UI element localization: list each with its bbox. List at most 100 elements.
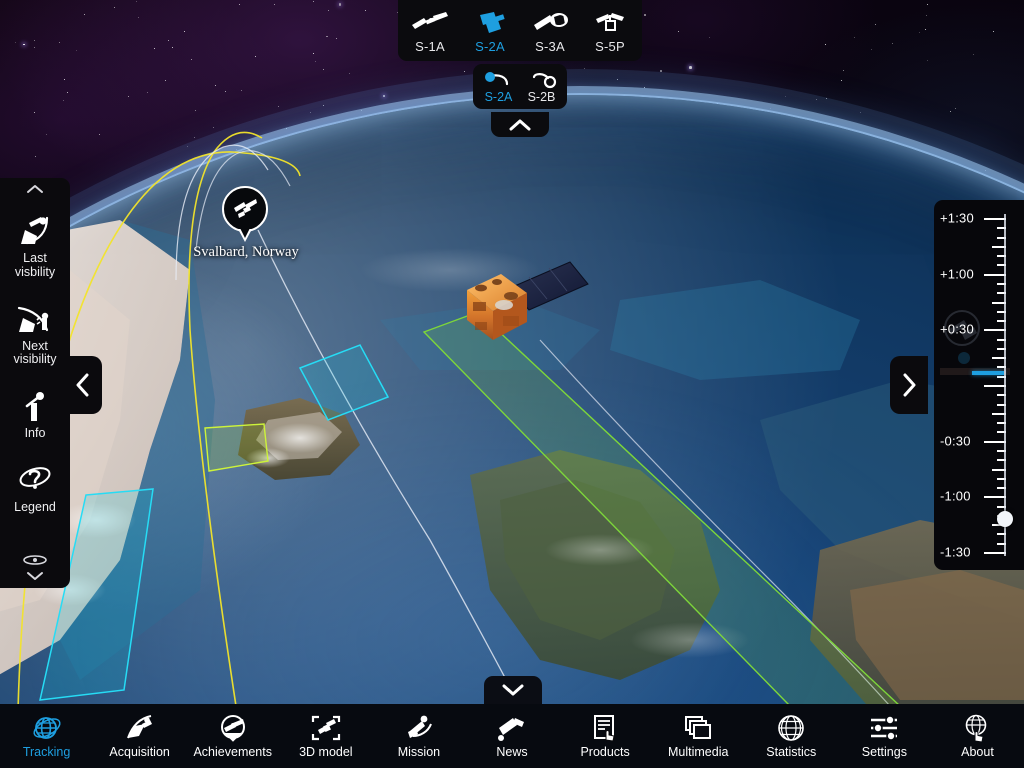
satellite-tab-bar[interactable]: S-1A S-2A S-3A S-5P xyxy=(398,0,642,61)
nav-item-settings[interactable]: Settings xyxy=(838,704,931,768)
satellite-tab-s2a[interactable]: S-2A xyxy=(460,4,520,56)
time-scale-label: -1:30 xyxy=(940,544,971,560)
satellite-tab-s3a[interactable]: S-3A xyxy=(520,4,580,56)
time-scale-tick-major xyxy=(984,273,1006,276)
chevron-down-icon xyxy=(501,683,525,697)
nav-item-statistics-label: Statistics xyxy=(766,745,817,759)
satellite-panel-collapse-button[interactable] xyxy=(491,112,549,137)
multimedia-icon xyxy=(683,713,713,743)
satellite-tab-s1a[interactable]: S-1A xyxy=(400,4,460,56)
left-toolbar-scroll-down-button[interactable] xyxy=(0,567,70,585)
nav-item-products-label: Products xyxy=(580,745,630,759)
next-view-button[interactable] xyxy=(890,356,928,414)
nav-item-about-label: About xyxy=(961,745,994,759)
products-icon xyxy=(591,713,619,743)
chevron-right-icon xyxy=(901,372,917,398)
nav-item-3d-model[interactable]: 3D model xyxy=(279,704,372,768)
time-scale-tick-major xyxy=(984,218,1006,220)
left-toolbar-scroll-up-button[interactable] xyxy=(0,180,70,198)
nav-item-tracking[interactable]: Tracking xyxy=(0,704,93,768)
time-scale-panel[interactable]: +1:30 +1:00 +0:30 -0:30 -1:00 -1:30 xyxy=(934,200,1024,570)
time-scale-label: +1:30 xyxy=(940,210,974,226)
chevron-left-icon xyxy=(75,372,91,398)
nav-item-news[interactable]: News xyxy=(465,704,558,768)
left-toolbar-item-legend[interactable]: Legend xyxy=(0,447,70,521)
left-toolbar-item-last-visibility-label: Last visbility xyxy=(14,251,56,279)
nav-item-multimedia[interactable]: Multimedia xyxy=(652,704,745,768)
earth-globe xyxy=(0,95,1024,768)
satellite-s5p-icon xyxy=(590,8,630,38)
left-toolbar-item-next-visibility[interactable]: Next visibility xyxy=(0,286,70,374)
nav-item-products[interactable]: Products xyxy=(559,704,652,768)
time-scale-label: +0:30 xyxy=(940,321,974,337)
satellite-unit-s2a-label: S-2A xyxy=(484,90,513,104)
left-toolbar-item-last-visibility[interactable]: Last visbility xyxy=(0,198,70,286)
ground-station-satellite-pin-icon xyxy=(222,186,268,232)
nav-item-3d-model-label: 3D model xyxy=(299,745,353,759)
time-scale-tick-major xyxy=(984,329,1006,332)
achievement-pin-icon xyxy=(218,713,248,743)
time-scale-tick-major xyxy=(984,385,1006,387)
time-scale-tick-major xyxy=(984,552,1006,554)
time-scale-tick-major xyxy=(984,496,1006,499)
ground-station-label: Svalbard, Norway xyxy=(193,244,299,260)
nav-item-mission[interactable]: Mission xyxy=(372,704,465,768)
nav-item-achievements-label: Achievements xyxy=(193,745,272,759)
left-toolbar-partial-item[interactable] xyxy=(20,555,50,567)
legend-question-orbit-icon xyxy=(15,457,55,497)
left-toolbar-item-info-label: Info xyxy=(24,426,46,440)
satellite-s3a-icon xyxy=(530,8,570,38)
orbit-filled-icon xyxy=(483,70,515,90)
last-visibility-icon xyxy=(15,208,55,248)
statistics-globe-icon xyxy=(777,713,805,743)
satellite-tab-s2a-label: S-2A xyxy=(475,39,505,54)
settings-sliders-icon xyxy=(869,713,899,743)
nav-item-multimedia-label: Multimedia xyxy=(667,745,729,759)
time-slider-knob[interactable] xyxy=(997,511,1013,527)
time-scale-label: +1:00 xyxy=(940,266,974,282)
ground-station-marker[interactable]: Svalbard, Norway xyxy=(193,186,299,260)
current-time-marker xyxy=(972,371,1004,375)
time-slider-track[interactable] xyxy=(1004,214,1006,556)
satellite-selector-panel[interactable]: S-1A S-2A S-3A S-5P S-2A S-2B xyxy=(398,0,642,137)
satellite-unit-s2a[interactable]: S-2A xyxy=(477,67,520,105)
nav-item-achievements[interactable]: Achievements xyxy=(186,704,279,768)
nav-item-acquisition-label: Acquisition xyxy=(109,745,170,759)
left-toolbar-bottom xyxy=(0,555,70,588)
bottom-navigation-bar[interactable]: Tracking Acquisition Achievements 3D mod… xyxy=(0,704,1024,768)
info-antenna-icon xyxy=(18,383,52,423)
left-toolbar-item-info[interactable]: Info xyxy=(0,373,70,447)
satellite-unit-bar[interactable]: S-2A S-2B xyxy=(473,64,567,109)
next-visibility-icon xyxy=(15,296,55,336)
left-toolbar-item-next-visibility-label: Next visibility xyxy=(13,338,57,367)
satellite-unit-s2b-label: S-2B xyxy=(527,90,556,104)
3d-model-icon xyxy=(310,713,342,743)
satellite-tab-s5p-label: S-5P xyxy=(595,39,625,54)
satellite-s1a-icon xyxy=(410,8,450,38)
chevron-up-icon xyxy=(508,118,532,132)
nav-item-statistics[interactable]: Statistics xyxy=(745,704,838,768)
satellite-tab-s3a-label: S-3A xyxy=(535,39,565,54)
nav-item-settings-label: Settings xyxy=(861,745,907,759)
earth-surface xyxy=(0,95,1024,768)
satellite-s2a-icon xyxy=(470,8,510,38)
satellite-tab-s1a-label: S-1A xyxy=(415,39,445,54)
mission-icon xyxy=(404,713,434,743)
time-scale-label: -1:00 xyxy=(940,488,971,504)
nav-item-mission-label: Mission xyxy=(397,745,441,759)
bottom-panel-collapse-button[interactable] xyxy=(484,676,542,704)
chevron-down-icon xyxy=(26,571,44,581)
nav-item-about[interactable]: About xyxy=(931,704,1024,768)
orbit-hollow-icon xyxy=(526,70,558,90)
time-scale-label: -0:30 xyxy=(940,433,971,449)
satellite-tab-s5p[interactable]: S-5P xyxy=(580,4,640,56)
nav-item-tracking-label: Tracking xyxy=(22,745,71,759)
acquisition-icon xyxy=(125,713,155,743)
globe-orbit-icon xyxy=(32,713,62,743)
left-toolbar[interactable]: Last visbility Next visibility Info Lege… xyxy=(0,178,70,588)
left-toolbar-item-legend-label: Legend xyxy=(14,499,56,514)
previous-view-button[interactable] xyxy=(64,356,102,414)
nav-item-acquisition[interactable]: Acquisition xyxy=(93,704,186,768)
time-scale-tick-major xyxy=(984,440,1006,443)
satellite-unit-s2b[interactable]: S-2B xyxy=(520,67,563,105)
